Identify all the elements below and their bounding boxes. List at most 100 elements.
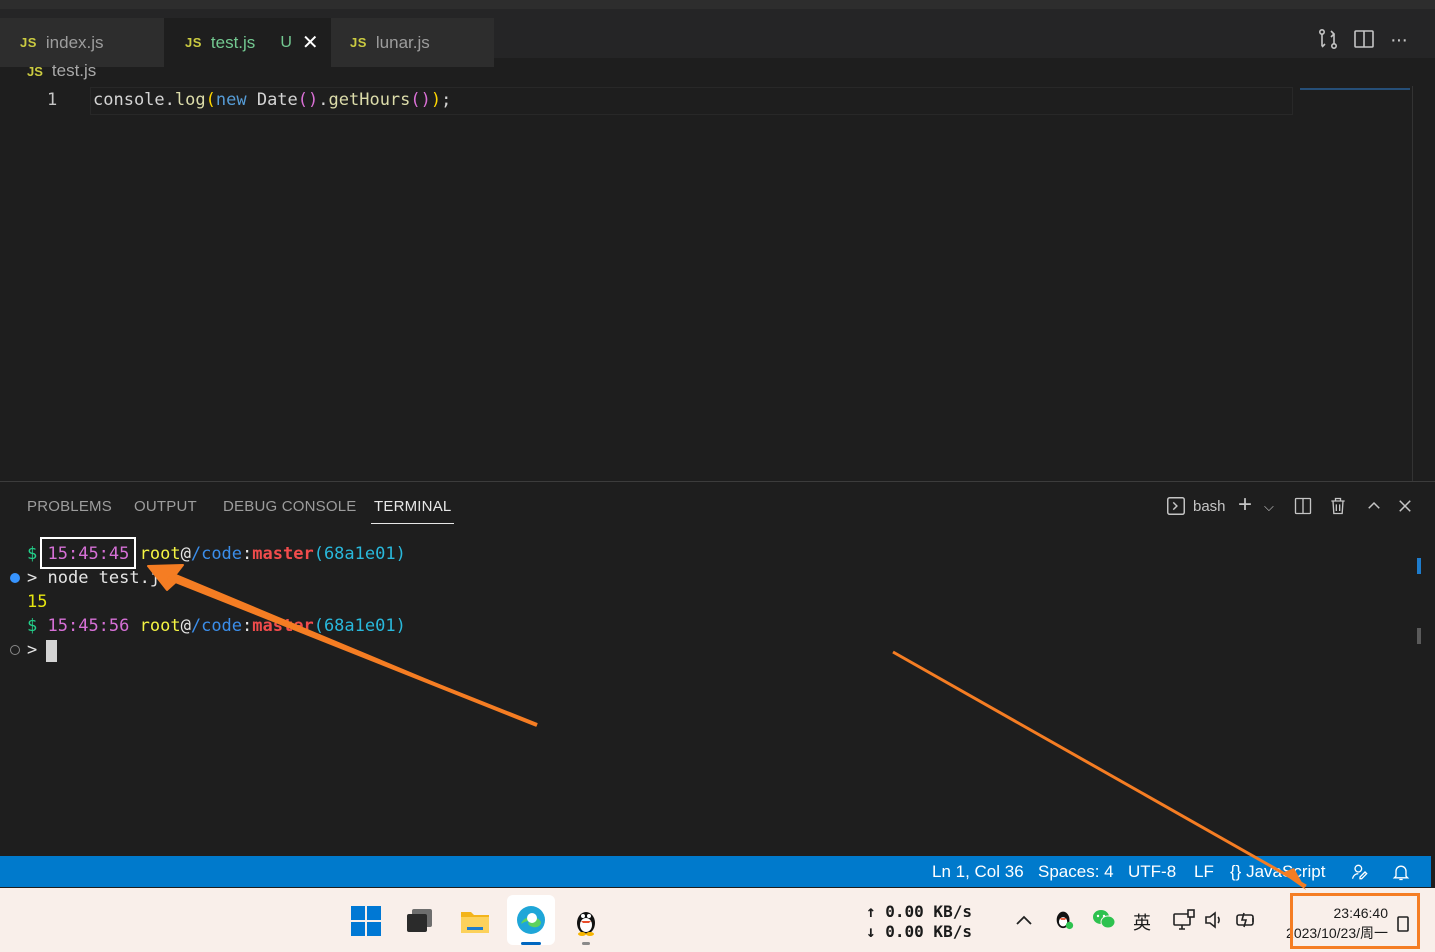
prompt-path: /code [190, 616, 243, 636]
trash-icon[interactable] [1328, 495, 1348, 517]
status-bar: Ln 1, Col 36 Spaces: 4 UTF-8 LF {} JavaS… [0, 856, 1431, 887]
braces-icon: {} [1230, 862, 1242, 881]
input-method-indicator[interactable]: 英 [1133, 909, 1151, 935]
feedback-icon[interactable] [1350, 862, 1370, 882]
chevron-up-icon[interactable] [1015, 913, 1033, 927]
chevron-up-icon[interactable] [1365, 497, 1383, 515]
terminal-input-line[interactable]: > [27, 640, 37, 660]
code-line[interactable]: console.log(new Date().getHours()); [93, 90, 451, 110]
battery-charging-icon[interactable] [1233, 910, 1257, 930]
code-editor[interactable]: 1 console.log(new Date().getHours()); [0, 86, 1435, 481]
prompt-colon: : [242, 616, 253, 636]
qq-icon[interactable] [570, 905, 602, 937]
tab-terminal[interactable]: TERMINAL [371, 498, 455, 524]
code-token: getHours [328, 90, 411, 110]
language-label: JavaScript [1246, 862, 1326, 881]
close-panel-icon[interactable] [1396, 497, 1414, 515]
js-file-icon: JS [185, 35, 202, 50]
file-explorer-icon[interactable] [459, 905, 491, 937]
shell-name: bash [1193, 497, 1226, 515]
prompt-at: @ [180, 544, 191, 564]
terminal-scroll-marker [1417, 558, 1421, 574]
js-file-icon: JS [350, 35, 367, 50]
open-changes-icon[interactable] [1316, 27, 1340, 51]
terminal-command-line: > node test.js [27, 568, 170, 588]
prompt-dollar: $ [27, 544, 38, 564]
code-token: () [297, 90, 319, 110]
command-arrow: > [27, 640, 38, 660]
network-speed: ↑ 0.00 KB/s ↓ 0.00 KB/s [866, 902, 972, 942]
task-view-icon[interactable] [404, 905, 436, 937]
terminal-scrollbar[interactable] [1417, 628, 1421, 644]
edge-browser-icon[interactable] [515, 904, 547, 936]
prompt-path: /code [190, 544, 243, 564]
indentation[interactable]: Spaces: 4 [1038, 862, 1114, 882]
code-token: . [318, 90, 329, 110]
tab-test-js[interactable]: JS test.js U ✕ [164, 18, 331, 67]
close-icon[interactable]: ✕ [302, 30, 319, 55]
split-terminal-icon[interactable] [1293, 496, 1313, 516]
language-mode[interactable]: {} JavaScript [1230, 862, 1325, 882]
windows-start-icon[interactable] [350, 905, 382, 937]
windows-taskbar: ↑ 0.00 KB/s ↓ 0.00 KB/s 英 23:46:40 2023/… [0, 888, 1435, 952]
split-editor-icon[interactable] [1352, 27, 1376, 51]
prompt-commit: (68a1e01) [313, 616, 406, 636]
terminal-cursor [46, 640, 57, 662]
prompt-colon: : [242, 544, 253, 564]
prompt-user: root [139, 544, 181, 564]
command-success-dot[interactable] [10, 573, 20, 583]
tab-problems[interactable]: PROBLEMS [27, 498, 112, 515]
clock-highlight-box [1290, 893, 1420, 949]
terminal-output-line: 15 [27, 592, 48, 612]
chevron-down-icon[interactable]: ⌵ [1264, 499, 1274, 515]
tab-debug-console[interactable]: DEBUG CONSOLE [223, 498, 356, 515]
line-number: 1 [47, 90, 58, 110]
more-actions-icon[interactable]: ··· [1390, 29, 1414, 53]
encoding[interactable]: UTF-8 [1128, 862, 1176, 882]
upload-speed: ↑ 0.00 KB/s [866, 902, 972, 921]
code-token: () [410, 90, 431, 110]
active-app-indicator [521, 942, 541, 945]
minimap-slider[interactable] [1300, 88, 1410, 90]
code-token: Date [246, 90, 298, 110]
qq-tray-icon[interactable] [1053, 907, 1075, 931]
wechat-icon[interactable] [1092, 908, 1116, 930]
terminal-profile-selector[interactable]: bash [1165, 495, 1226, 517]
prompt-branch: master [252, 616, 314, 636]
timestamp-highlight-box [40, 537, 136, 569]
network-icon[interactable] [1172, 909, 1196, 931]
js-file-icon: JS [20, 35, 37, 50]
running-app-indicator [582, 942, 590, 945]
code-token: new [215, 90, 247, 110]
prompt-time: 15:45:56 [47, 616, 130, 636]
breadcrumb[interactable]: JS test.js [27, 61, 96, 81]
breadcrumb-file[interactable]: test.js [52, 61, 96, 81]
editor-scrollbar[interactable] [1412, 86, 1413, 481]
volume-icon[interactable] [1203, 909, 1225, 931]
command-arrow: > [27, 568, 38, 588]
prompt-dollar: $ [27, 616, 38, 636]
untracked-badge: U [280, 33, 292, 51]
bell-icon[interactable] [1391, 862, 1411, 882]
prompt-commit: (68a1e01) [313, 544, 406, 564]
prompt-branch: master [252, 544, 314, 564]
command-pending-dot[interactable] [10, 645, 20, 655]
tab-lunar-js[interactable]: JS lunar.js [331, 18, 494, 67]
code-token: ) [430, 90, 442, 110]
new-terminal-icon[interactable]: + [1238, 491, 1252, 519]
code-token: . [164, 90, 175, 110]
end-of-line[interactable]: LF [1194, 862, 1214, 882]
code-token: log [174, 90, 206, 110]
code-token: console [93, 90, 165, 110]
download-speed: ↓ 0.00 KB/s [866, 922, 972, 941]
code-token: ( [205, 90, 216, 110]
command-text: node test.js [47, 568, 171, 588]
bottom-panel: PROBLEMS OUTPUT DEBUG CONSOLE TERMINAL b… [0, 481, 1435, 856]
cursor-position[interactable]: Ln 1, Col 36 [932, 862, 1024, 882]
tab-label: index.js [45, 32, 104, 52]
tab-index-js[interactable]: JS index.js [0, 18, 164, 67]
tab-label: lunar.js [375, 32, 430, 52]
prompt-user: root [139, 616, 181, 636]
editor-tab-bar: JS index.js JS test.js U ✕ JS lunar.js ·… [0, 0, 1435, 67]
tab-output[interactable]: OUTPUT [134, 498, 197, 515]
